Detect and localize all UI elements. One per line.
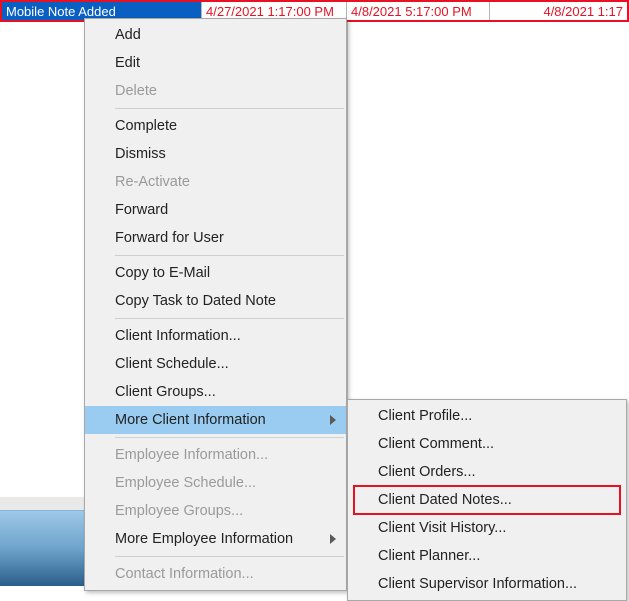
taskbar-preview bbox=[0, 510, 84, 586]
menu-reactivate[interactable]: Re-Activate bbox=[85, 168, 346, 196]
menu-employee-schedule[interactable]: Employee Schedule... bbox=[85, 469, 346, 497]
menu-item-label: More Employee Information bbox=[115, 531, 293, 547]
menu-copy-task-note[interactable]: Copy Task to Dated Note bbox=[85, 287, 346, 315]
submenu-client-planner[interactable]: Client Planner... bbox=[348, 542, 626, 570]
menu-item-label: More Client Information bbox=[115, 412, 266, 428]
submenu-arrow-icon bbox=[330, 534, 336, 544]
menu-client-schedule[interactable]: Client Schedule... bbox=[85, 350, 346, 378]
menu-separator bbox=[115, 108, 344, 109]
menu-dismiss[interactable]: Dismiss bbox=[85, 140, 346, 168]
menu-forward-for-user[interactable]: Forward for User bbox=[85, 224, 346, 252]
menu-separator bbox=[115, 437, 344, 438]
submenu-client-comment[interactable]: Client Comment... bbox=[348, 430, 626, 458]
submenu-arrow-icon bbox=[330, 415, 336, 425]
menu-client-information[interactable]: Client Information... bbox=[85, 322, 346, 350]
context-menu: Add Edit Delete Complete Dismiss Re-Acti… bbox=[84, 18, 347, 591]
menu-separator bbox=[115, 255, 344, 256]
menu-employee-groups[interactable]: Employee Groups... bbox=[85, 497, 346, 525]
menu-complete[interactable]: Complete bbox=[85, 112, 346, 140]
menu-add[interactable]: Add bbox=[85, 21, 346, 49]
submenu-client-dated-notes[interactable]: Client Dated Notes... bbox=[348, 486, 626, 514]
menu-forward[interactable]: Forward bbox=[85, 196, 346, 224]
menu-more-employee-info[interactable]: More Employee Information bbox=[85, 525, 346, 553]
menu-delete[interactable]: Delete bbox=[85, 77, 346, 105]
menu-edit[interactable]: Edit bbox=[85, 49, 346, 77]
submenu-client-orders[interactable]: Client Orders... bbox=[348, 458, 626, 486]
menu-separator bbox=[115, 318, 344, 319]
menu-contact-information[interactable]: Contact Information... bbox=[85, 560, 346, 588]
submenu-client-supervisor-info[interactable]: Client Supervisor Information... bbox=[348, 570, 626, 598]
row-date-cell-3[interactable]: 4/8/2021 1:17 bbox=[490, 2, 627, 20]
menu-employee-information[interactable]: Employee Information... bbox=[85, 441, 346, 469]
menu-client-groups[interactable]: Client Groups... bbox=[85, 378, 346, 406]
submenu-client-visit-history[interactable]: Client Visit History... bbox=[348, 514, 626, 542]
submenu-client-profile[interactable]: Client Profile... bbox=[348, 402, 626, 430]
row-date-cell-2[interactable]: 4/8/2021 5:17:00 PM bbox=[347, 2, 490, 20]
menu-copy-email[interactable]: Copy to E-Mail bbox=[85, 259, 346, 287]
submenu-more-client-info: Client Profile... Client Comment... Clie… bbox=[347, 399, 627, 601]
menu-separator bbox=[115, 556, 344, 557]
menu-more-client-info[interactable]: More Client Information bbox=[85, 406, 346, 434]
